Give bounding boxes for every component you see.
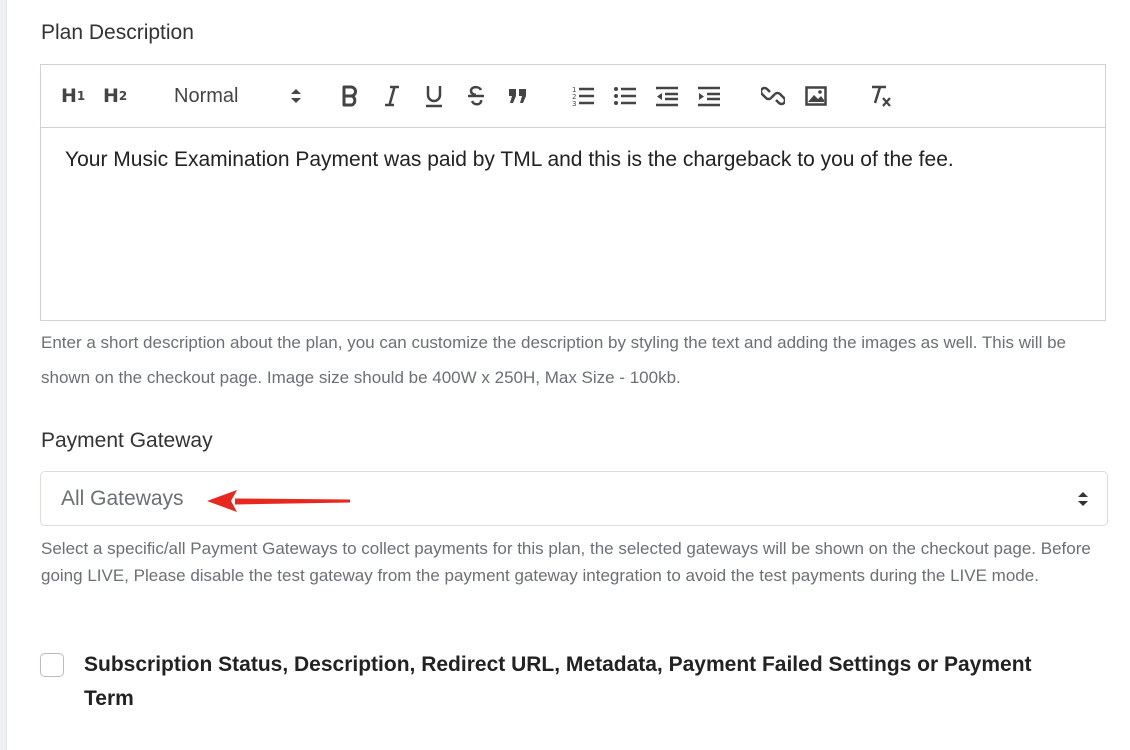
payment-gateway-select[interactable]: All Gateways — [40, 471, 1108, 526]
heading-2-button[interactable]: H2 — [103, 83, 127, 109]
red-arrow-annotation — [207, 490, 350, 512]
link-icon[interactable] — [761, 83, 785, 109]
editor-text: Your Music Examination Payment was paid … — [65, 148, 954, 171]
ordered-list-icon[interactable]: 1 2 3 — [571, 83, 595, 109]
select-arrows-icon — [291, 89, 301, 103]
image-icon[interactable] — [804, 83, 828, 109]
bullet-list-icon[interactable] — [613, 83, 637, 109]
heading-1-letter: H — [61, 85, 77, 107]
plan-description-help: Enter a short description about the plan… — [41, 333, 1066, 387]
clear-format-icon[interactable] — [868, 83, 892, 109]
underline-icon[interactable] — [423, 83, 445, 109]
subscription-options-checkbox[interactable] — [40, 653, 64, 677]
editor-content[interactable]: Your Music Examination Payment was paid … — [41, 128, 1105, 192]
italic-icon[interactable] — [381, 83, 403, 109]
editor-toolbar: H1 H2 Normal 1 2 3 — [41, 65, 1105, 128]
quote-icon[interactable] — [507, 83, 529, 109]
text-size-value: Normal — [174, 84, 239, 107]
bold-icon[interactable] — [339, 83, 361, 109]
strikethrough-icon[interactable] — [465, 83, 487, 109]
heading-2-sub: 2 — [118, 89, 128, 103]
heading-1-button[interactable]: H1 — [61, 83, 85, 109]
rich-text-editor: H1 H2 Normal 1 2 3 Your Music Examinatio… — [40, 64, 1106, 321]
heading-1-sub: 1 — [76, 89, 86, 103]
payment-gateway-help: Select a specific/all Payment Gateways t… — [41, 539, 1091, 585]
payment-gateway-value: All Gateways — [61, 486, 184, 510]
subscription-options-label[interactable]: Subscription Status, Description, Redire… — [84, 648, 1084, 716]
heading-2-letter: H — [103, 85, 119, 107]
select-arrows-icon — [1078, 491, 1088, 506]
text-size-select[interactable]: Normal — [174, 83, 302, 109]
outdent-icon[interactable] — [655, 83, 679, 109]
indent-icon[interactable] — [697, 83, 721, 109]
left-rail — [0, 0, 7, 750]
payment-gateway-label: Payment Gateway — [41, 429, 213, 452]
svg-text:3: 3 — [572, 100, 576, 107]
plan-description-label: Plan Description — [41, 21, 194, 44]
